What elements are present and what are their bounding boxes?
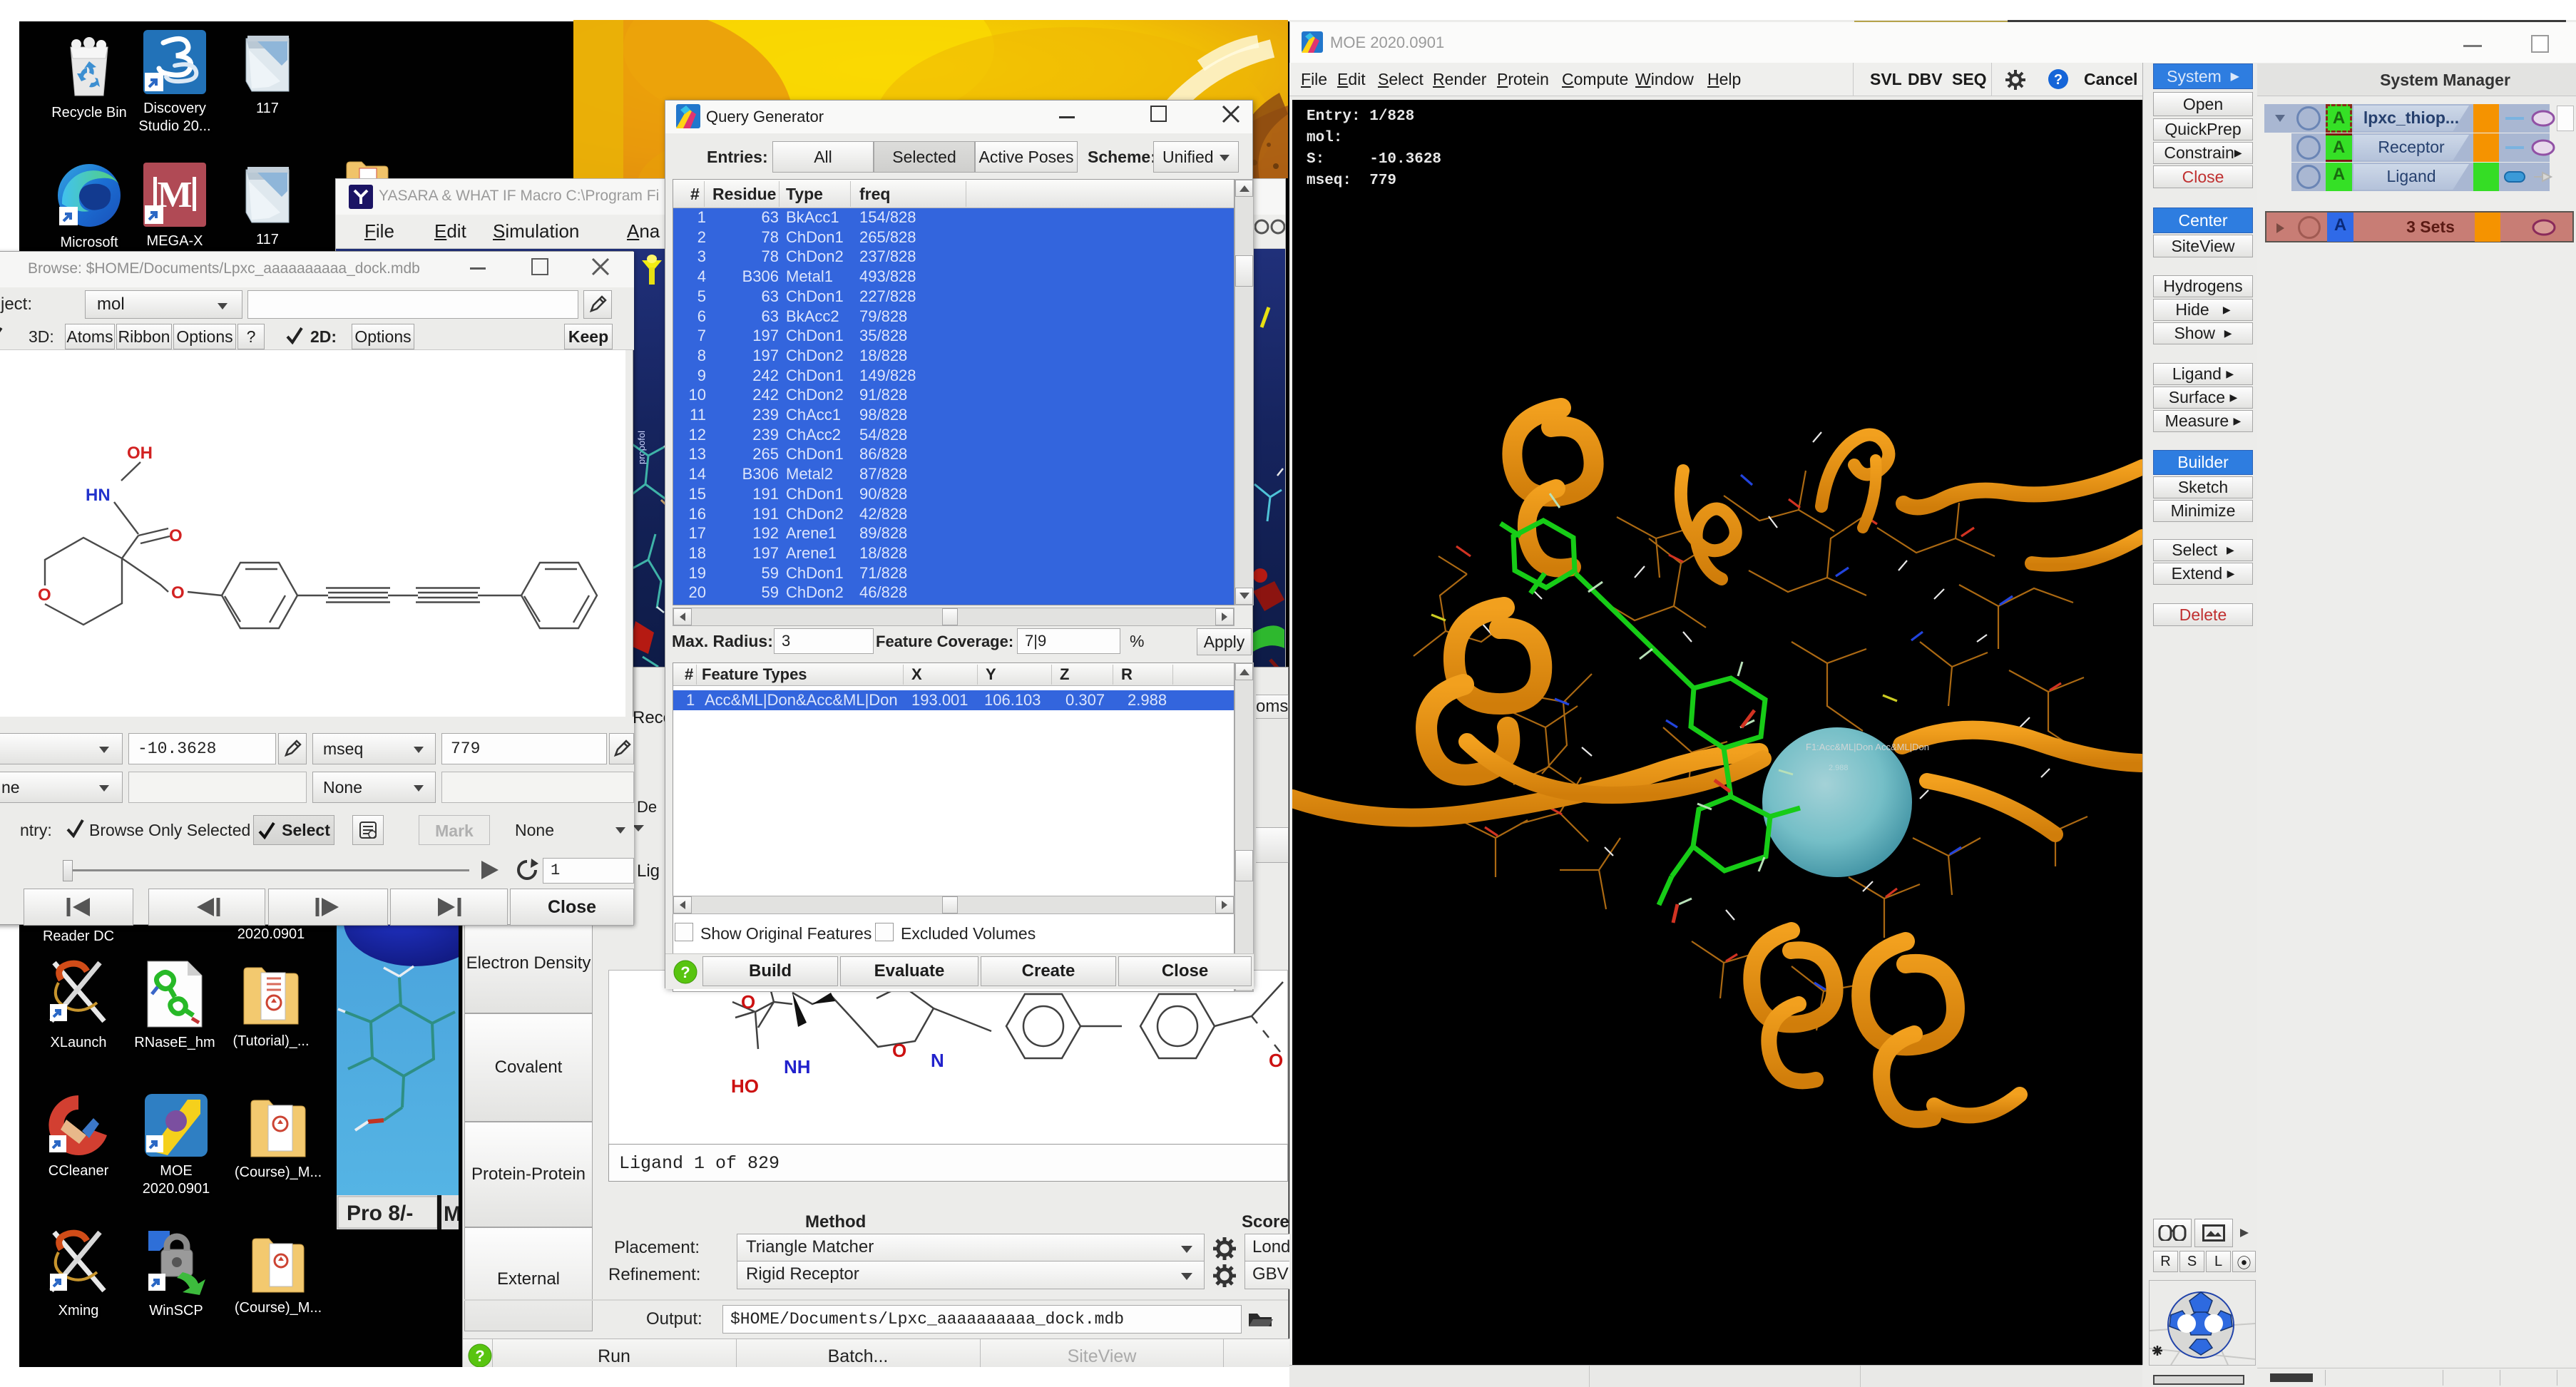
svg-text:N: N [931, 1050, 944, 1071]
svg-text:NH: NH [784, 1056, 811, 1078]
svg-text:O: O [741, 991, 755, 1013]
svg-text:2.988: 2.988 [1829, 764, 1849, 772]
svg-text:O: O [1269, 1050, 1283, 1071]
svg-text:OH: OH [127, 444, 153, 463]
svg-text:HN: HN [86, 486, 111, 505]
svg-text:F1:Acc&ML|Don Acc&ML|Don: F1:Acc&ML|Don Acc&ML|Don [1806, 742, 1929, 752]
svg-text:O: O [892, 1040, 906, 1061]
svg-text:O: O [38, 585, 51, 605]
svg-text:HO: HO [731, 1075, 759, 1097]
svg-text:O: O [171, 583, 185, 603]
svg-text:M: M [444, 1202, 459, 1226]
svg-text:?: ? [2054, 72, 2063, 88]
svg-text:Pro 8/-: Pro 8/- [347, 1202, 413, 1225]
svg-text:?: ? [475, 1347, 484, 1365]
svg-text:?: ? [680, 963, 690, 981]
svg-text:O: O [169, 526, 183, 546]
